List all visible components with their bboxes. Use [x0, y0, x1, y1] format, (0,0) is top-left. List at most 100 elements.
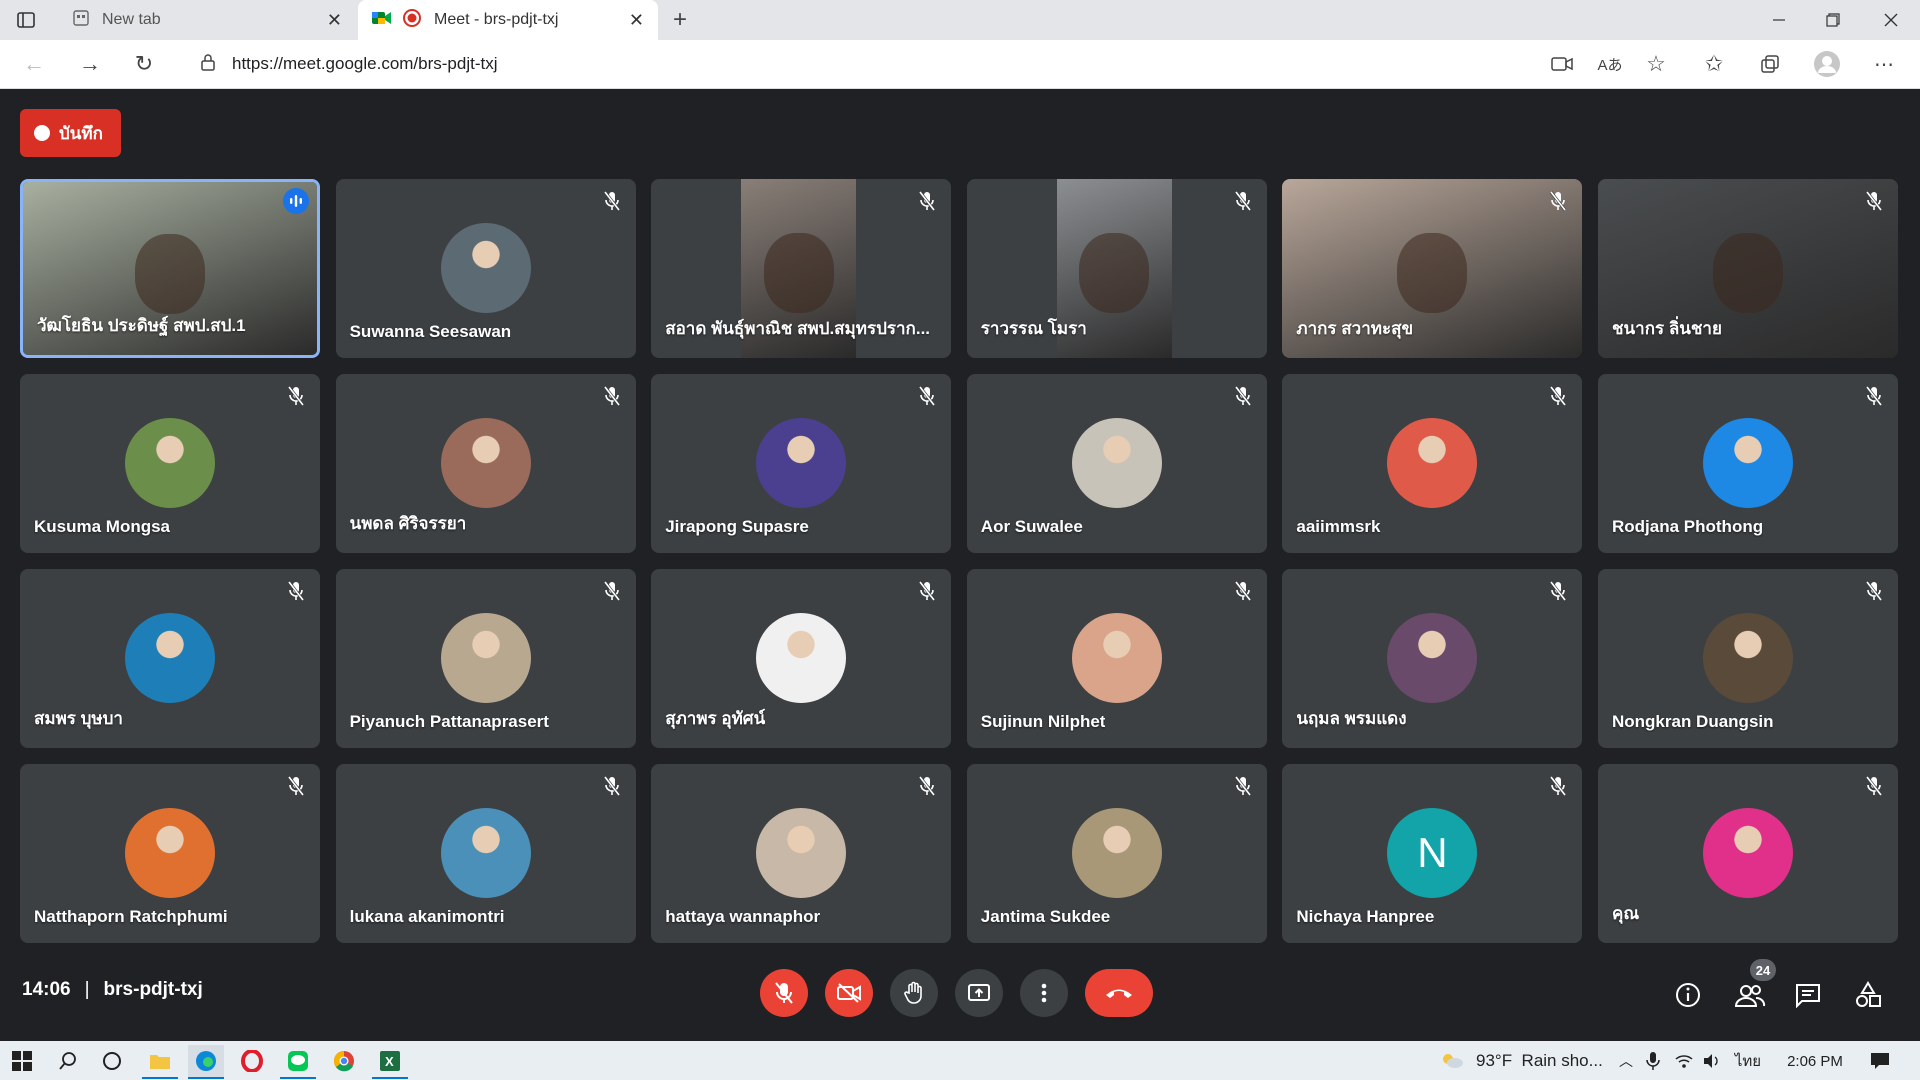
- new-tab-plus-icon[interactable]: +: [666, 6, 694, 34]
- muted-mic-icon: [1231, 774, 1255, 798]
- meet-logo-icon: [372, 10, 392, 31]
- participant-name: Jantima Sukdee: [980, 907, 1111, 926]
- participant-tile[interactable]: lukana akanimontri: [335, 764, 636, 943]
- meeting-time: 14:06: [22, 979, 71, 1000]
- favorite-add-icon[interactable]: ☆: [1642, 50, 1670, 78]
- participant-tile[interactable]: Natthaporn Ratchphumi: [20, 764, 320, 943]
- participant-tile[interactable]: N Nichaya Hanpree: [1282, 764, 1583, 943]
- more-options-button[interactable]: [1020, 969, 1068, 1017]
- participant-tile[interactable]: Kusuma Mongsa: [20, 374, 320, 553]
- chrome-icon[interactable]: [326, 1045, 362, 1077]
- notifications-icon[interactable]: [1864, 1045, 1896, 1077]
- collections-icon[interactable]: [1756, 50, 1784, 78]
- participant-name: aaiimmsrk: [1296, 517, 1381, 536]
- participant-tile[interactable]: aaiimmsrk: [1282, 374, 1583, 553]
- weather-icon[interactable]: [1438, 1045, 1466, 1077]
- participant-name: Nichaya Hanpree: [1296, 907, 1435, 926]
- read-aloud-icon[interactable]: Aあ: [1596, 52, 1624, 76]
- participant-tile[interactable]: Piyanuch Pattanaprasert: [335, 569, 636, 748]
- close-tab-icon[interactable]: ✕: [327, 10, 342, 31]
- participant-tile[interactable]: Aor Suwalee: [966, 374, 1267, 553]
- meeting-controls-bar: 14:06 | brs-pdjt-txj 24: [0, 941, 1920, 1039]
- participant-tile[interactable]: Jantima Sukdee: [966, 764, 1267, 943]
- participant-tile[interactable]: Sujinun Nilphet: [966, 569, 1267, 748]
- clock[interactable]: 2:06 PM: [1778, 1045, 1852, 1077]
- search-icon[interactable]: [52, 1045, 84, 1077]
- record-dot-icon: [34, 125, 50, 141]
- participant-tile[interactable]: สุภาพร อุทัศน์: [651, 569, 952, 748]
- excel-icon[interactable]: X: [372, 1045, 408, 1079]
- participant-tile[interactable]: นพดล ศิริจรรยา: [335, 374, 636, 553]
- close-window-icon[interactable]: [1876, 8, 1906, 32]
- participant-tile[interactable]: hattaya wannaphor: [651, 764, 952, 943]
- muted-mic-icon: [1231, 579, 1255, 603]
- restore-icon[interactable]: [1818, 8, 1848, 32]
- profile-photo-avatar: [440, 223, 531, 313]
- chat-icon[interactable]: [1792, 979, 1824, 1011]
- raise-hand-button[interactable]: [890, 969, 938, 1017]
- participant-name: lukana akanimontri: [349, 907, 505, 926]
- svg-text:X: X: [385, 1054, 394, 1069]
- tab-new-tab[interactable]: New tab ✕: [56, 0, 356, 40]
- mic-off-button[interactable]: [760, 969, 808, 1017]
- muted-mic-icon: [915, 189, 939, 213]
- chevron-up-icon[interactable]: ︿: [1616, 1045, 1636, 1077]
- participant-tile[interactable]: สอาด พันธุ์พาณิช สพป.สมุทรปราก...: [651, 179, 952, 358]
- camera-off-icon: [837, 983, 861, 1003]
- edge-browser-icon[interactable]: [188, 1045, 224, 1079]
- favorites-icon[interactable]: ✩: [1700, 50, 1728, 78]
- profile-photo-avatar: [756, 808, 847, 898]
- close-tab-icon[interactable]: ✕: [629, 10, 644, 31]
- participant-tile[interactable]: ภากร สวาทะสุข: [1282, 179, 1583, 358]
- muted-mic-icon: [1546, 189, 1570, 213]
- muted-mic-icon: [600, 189, 624, 213]
- weather-text[interactable]: 93°F Rain sho...: [1476, 1045, 1612, 1077]
- task-view-icon[interactable]: [96, 1045, 128, 1077]
- participant-name: สอาด พันธุ์พาณิช สพป.สมุทรปราก...: [665, 319, 931, 338]
- sidebar-toggle-icon[interactable]: [14, 8, 38, 32]
- separator: |: [84, 979, 90, 1000]
- meeting-info-icon[interactable]: [1672, 979, 1704, 1011]
- camera-in-use-icon[interactable]: [1548, 52, 1576, 76]
- forward-icon[interactable]: →: [76, 50, 104, 78]
- more-menu-icon[interactable]: ⋯: [1870, 50, 1898, 78]
- participant-tile[interactable]: Jirapong Supasre: [651, 374, 952, 553]
- participant-tile[interactable]: ราวรรณ โมรา: [966, 179, 1267, 358]
- participant-tile[interactable]: สมพร บุษบา: [20, 569, 320, 748]
- profile-avatar-icon[interactable]: [1812, 49, 1842, 79]
- reload-icon[interactable]: ↻: [130, 50, 158, 78]
- camera-off-button[interactable]: [825, 969, 873, 1017]
- leave-call-button[interactable]: [1085, 969, 1153, 1017]
- participant-name: คุณ: [1612, 904, 1640, 923]
- volume-icon[interactable]: [1700, 1045, 1724, 1077]
- participant-tile[interactable]: วัฒโยธิน ประดิษฐ์ สพป.สป.1: [20, 179, 320, 358]
- opera-icon[interactable]: [234, 1045, 270, 1077]
- profile-photo-avatar: [125, 613, 215, 703]
- participant-tile[interactable]: นฤมล พรมแดง: [1282, 569, 1583, 748]
- participant-name: Rodjana Phothong: [1612, 517, 1764, 536]
- participant-tile[interactable]: Nongkran Duangsin: [1598, 569, 1898, 748]
- profile-photo-avatar: [1071, 613, 1162, 703]
- participant-tile[interactable]: Suwanna Seesawan: [335, 179, 636, 358]
- windows-start-icon[interactable]: [6, 1045, 38, 1077]
- wifi-icon[interactable]: [1672, 1045, 1696, 1077]
- microphone-icon[interactable]: [1642, 1045, 1664, 1077]
- recording-button[interactable]: บันทึก: [20, 109, 121, 157]
- people-icon[interactable]: [1732, 979, 1768, 1011]
- minimize-icon[interactable]: [1764, 8, 1794, 32]
- file-explorer-icon[interactable]: [142, 1045, 178, 1079]
- activities-icon[interactable]: [1852, 979, 1884, 1011]
- tab-meet[interactable]: Meet - brs-pdjt-txj ✕: [358, 0, 658, 40]
- present-screen-button[interactable]: [955, 969, 1003, 1017]
- participant-tile[interactable]: Rodjana Phothong: [1598, 374, 1898, 553]
- profile-photo-avatar: [440, 808, 531, 898]
- line-app-icon[interactable]: [280, 1045, 316, 1079]
- muted-mic-icon: [284, 579, 308, 603]
- participant-tile[interactable]: คุณ: [1598, 764, 1898, 943]
- profile-photo-avatar: [125, 418, 215, 508]
- input-language[interactable]: ไทย: [1730, 1045, 1766, 1077]
- address-bar[interactable]: https://meet.google.com/brs-pdjt-txj: [180, 47, 1720, 81]
- back-icon[interactable]: ←: [20, 50, 48, 78]
- participant-name: hattaya wannaphor: [665, 907, 821, 926]
- participant-tile[interactable]: ชนากร ลิ่นชาย: [1598, 179, 1898, 358]
